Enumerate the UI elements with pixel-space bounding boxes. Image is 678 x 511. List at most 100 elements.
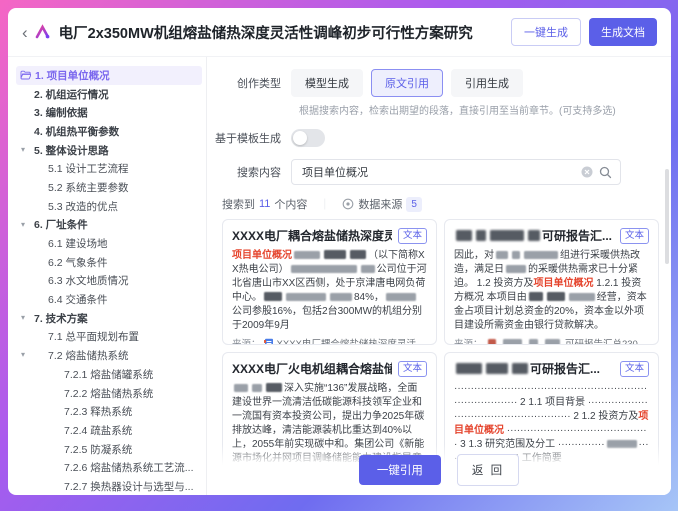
create-document-button[interactable]: 生成文档 [589,18,657,46]
card-header: 可研报告汇... 文本 [454,361,649,378]
chevron-down-icon[interactable]: ▾ [21,309,25,328]
return-button[interactable]: 返 回 [457,454,519,486]
sidebar-item[interactable]: ▾ 7. 技术方案 [16,309,202,328]
result-card[interactable]: XXXX电厂耦合熔盐储热深度灵...文本项目单位概况（以下简称XX热电公司）公司… [222,219,437,345]
toggle-knob [293,131,307,145]
card-source: 来源：XXXX电厂耦合熔盐储热深度灵活调峰热电解耦初步可... [232,336,427,345]
sidebar-item[interactable]: ▾ 7.2 熔盐储热系统 [16,346,202,365]
content-area: 1. 项目单位概况 2. 机组运行情况3. 编制依据4. 机组热平衡参数▾5. 整… [8,57,671,495]
source-label: 来源： [232,336,261,345]
sidebar-item[interactable]: 2. 机组运行情况 [16,85,202,104]
sidebar-item[interactable]: 7.2.4 疏盐系统 [16,421,202,440]
redacted-block [291,265,357,273]
creation-type-tab[interactable]: 模型生成 [291,69,363,97]
data-source-count[interactable]: 5 [406,197,422,212]
sidebar-item[interactable]: 7.2.2 熔盐储热系统 [16,384,202,403]
search-input[interactable] [300,165,575,179]
back-button[interactable]: ‹ [22,24,28,41]
found-prefix: 搜索到 [222,196,255,212]
redacted-block [545,339,559,345]
text-fragment: 因此，对 [454,250,494,261]
scrollbar[interactable] [665,169,669,264]
redacted-block [266,383,282,392]
sidebar-item[interactable]: 7.2.3 释热系统 [16,402,202,421]
sidebar-item-label: 7.2.3 释热系统 [64,404,132,419]
redacted-block [512,251,520,259]
sidebar-item[interactable]: 7.1 总平面规划布置 [16,328,202,347]
creation-type-tab[interactable]: 原文引用 [371,69,443,97]
sidebar-item-label: 1. 项目单位概况 [35,68,110,83]
sidebar-item-label: 6.2 气象条件 [48,255,108,270]
sidebar-item[interactable]: ▾5. 整体设计思路 [16,141,202,160]
chevron-down-icon[interactable]: ▾ [21,346,25,365]
sidebar-item[interactable]: 5.1 设计工艺流程 [16,159,202,178]
chevron-down-icon[interactable]: ▾ [21,216,25,235]
clear-icon[interactable] [581,166,593,178]
one-click-cite-button[interactable]: 一键引用 [359,455,441,485]
sidebar-item[interactable]: 5.3 改造的优点 [16,197,202,216]
card-header: 可研报告汇...文本 [454,228,649,245]
sidebar-item[interactable]: 7.2.7 换热器设计与选型与... [16,477,202,495]
creation-type-hint: 根据搜索内容，检索出期望的段落，直接引用至当前章节。(可支持多选) [299,102,659,117]
chevron-down-icon[interactable]: ▾ [21,141,25,160]
sidebar-item-label: 6.3 水文地质情况 [48,273,129,288]
result-card[interactable]: 可研报告汇...文本因此，对组进行采暖供热改造，满足日的采暖供热需求已十分紧迫。… [444,219,659,345]
type-badge: 文本 [620,361,649,377]
text-fragment: 84%， [354,292,384,303]
document-icon [264,338,274,346]
one-click-generate-button[interactable]: 一键生成 [511,18,581,46]
sidebar-item-label: 6.1 建设场地 [48,236,108,251]
redacted-block [503,339,522,345]
sidebar-item-label: 7.2 熔盐储热系统 [48,348,129,363]
redacted-block [286,293,326,301]
card-title: XXXX电厂火电机组耦合熔盐储... [232,361,392,378]
sidebar-item[interactable]: 7.2.6 熔盐储热系统工艺流... [16,458,202,477]
sidebar-item[interactable]: 6.3 水文地质情况 [16,272,202,291]
sidebar-item[interactable]: 1. 项目单位概况 [16,66,202,85]
app-logo-icon [34,24,52,40]
redacted-block [506,265,526,273]
outline-sidebar: 1. 项目单位概况 2. 机组运行情况3. 编制依据4. 机组热平衡参数▾5. 整… [8,57,207,495]
card-snippet: 项目单位概况（以下简称XX热电公司）公司位于河北省唐山市XX区西侧，处于京津唐电… [232,249,427,333]
search-box [291,159,621,185]
sidebar-item-label: 2. 机组运行情况 [34,87,109,102]
sidebar-item[interactable]: 3. 编制依据 [16,103,202,122]
template-toggle-label: 基于模板生成 [215,130,281,146]
sidebar-item[interactable]: 5.2 系统主要参数 [16,178,202,197]
sidebar-item-label: 6.4 交通条件 [48,292,108,307]
redacted-block [324,250,346,259]
sidebar-item[interactable]: 7.2.5 防凝系统 [16,440,202,459]
sidebar-item[interactable]: 6.4 交通条件 [16,290,202,309]
redacted-block [486,363,508,374]
card-title: XXXX电厂耦合熔盐储热深度灵... [232,228,392,245]
sidebar-item[interactable]: 7.2.1 熔盐储罐系统 [16,365,202,384]
template-toggle[interactable] [291,129,325,147]
meta-divider: ｜ [319,196,330,212]
text-fragment: 可研报告汇... [530,362,600,376]
footer-bar: 一键引用 返 回 [207,445,671,495]
text-fragment: XXXX电厂耦合熔盐储热深度灵... [232,229,392,243]
sidebar-item-label: 7. 技术方案 [34,311,88,326]
sidebar-item[interactable]: 4. 机组热平衡参数 [16,122,202,141]
data-source-label[interactable]: 数据来源 [358,196,402,212]
sidebar-item[interactable]: ▾ 6. 厂址条件 [16,216,202,235]
search-icon[interactable] [599,166,612,179]
redacted-block [252,384,262,392]
redacted-block [330,293,352,301]
sidebar-item-label: 7.2.2 熔盐储热系统 [64,386,153,401]
search-label: 搜索内容 [215,164,281,180]
redacted-block [528,230,540,241]
text-fragment: ········································… [454,383,648,422]
redacted-block [350,250,366,259]
redacted-block [386,293,416,301]
sidebar-item[interactable]: 6.2 气象条件 [16,253,202,272]
creation-type-tab[interactable]: 引用生成 [451,69,523,97]
text-fragment: 可研报告汇总230826.pdf [565,336,649,345]
card-header: XXXX电厂耦合熔盐储热深度灵...文本 [232,228,427,245]
sidebar-item[interactable]: 6.1 建设场地 [16,234,202,253]
sidebar-item-label: 6. 厂址条件 [34,217,88,232]
redacted-block [490,230,524,241]
redacted-block [476,230,486,241]
data-source-icon [342,198,354,210]
found-count: 11 [259,198,270,210]
